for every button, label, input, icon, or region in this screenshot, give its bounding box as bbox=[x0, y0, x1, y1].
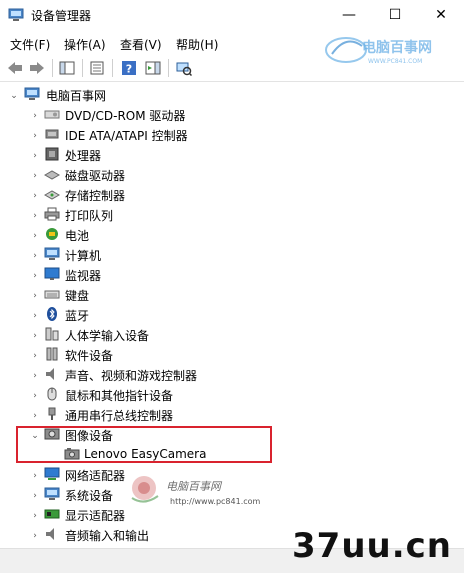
action-pane-button[interactable] bbox=[144, 59, 162, 77]
tree-node-label: 磁盘驱动器 bbox=[65, 169, 126, 183]
maximize-icon: ☐ bbox=[388, 7, 402, 23]
software-device-icon bbox=[46, 347, 58, 361]
tree-node-label: 处理器 bbox=[65, 149, 102, 163]
root-collapse-icon[interactable]: ⌄ bbox=[9, 91, 19, 101]
menu-help[interactable]: 帮助(H) bbox=[176, 36, 218, 53]
printer-icon bbox=[44, 207, 60, 221]
forward-button[interactable] bbox=[28, 59, 46, 77]
device-manager-icon bbox=[8, 8, 24, 21]
back-button[interactable] bbox=[6, 59, 24, 77]
computer-root-icon bbox=[24, 87, 40, 100]
disk-drive-icon bbox=[44, 170, 60, 180]
monitor-icon bbox=[44, 267, 60, 280]
tree-node-label: 音频输入和输出 bbox=[65, 529, 150, 543]
menu-view[interactable]: 查看(V) bbox=[120, 36, 162, 53]
usb-icon bbox=[48, 407, 56, 420]
rose-watermark-url: http://www.pc841.com bbox=[170, 497, 261, 506]
tree-node-label: 网络适配器 bbox=[65, 469, 126, 483]
network-adapter-icon bbox=[44, 467, 60, 480]
expand-chevron-icon[interactable]: › bbox=[30, 511, 40, 521]
close-icon: ✕ bbox=[435, 7, 447, 23]
maximize-button[interactable]: ☐ bbox=[372, 0, 418, 30]
tree-node-label: DVD/CD-ROM 驱动器 bbox=[65, 109, 186, 123]
help-button[interactable]: ? bbox=[120, 59, 138, 77]
menu-file[interactable]: 文件(F) bbox=[10, 36, 50, 53]
tree-node-label: 人体学输入设备 bbox=[65, 329, 150, 343]
tree-node-label: 软件设备 bbox=[65, 349, 114, 363]
window-title: 设备管理器 bbox=[31, 9, 92, 23]
properties-icon bbox=[90, 61, 104, 75]
tree-root-label[interactable]: 电脑百事网 bbox=[46, 87, 106, 104]
tree-node-label: 监视器 bbox=[65, 269, 102, 283]
expand-chevron-icon[interactable]: › bbox=[30, 471, 40, 481]
expand-chevron-icon[interactable]: › bbox=[30, 531, 40, 541]
tree-node-label: 电池 bbox=[65, 229, 90, 243]
expand-chevron-icon[interactable]: › bbox=[30, 231, 40, 241]
console-tree-icon bbox=[59, 61, 75, 75]
expand-chevron-icon[interactable]: › bbox=[30, 371, 40, 381]
hid-icon bbox=[45, 327, 59, 341]
expand-chevron-icon[interactable]: › bbox=[30, 111, 40, 121]
close-button[interactable]: ✕ bbox=[418, 0, 464, 30]
battery-icon bbox=[46, 228, 58, 240]
action-pane-icon bbox=[145, 61, 161, 75]
tree-node-label: 显示适配器 bbox=[65, 509, 126, 523]
scan-hardware-icon bbox=[176, 62, 192, 76]
expand-chevron-icon[interactable]: › bbox=[30, 491, 40, 501]
forward-arrow-icon bbox=[30, 62, 44, 74]
computer-icon bbox=[44, 247, 60, 260]
tree-node-label: 存储控制器 bbox=[65, 189, 126, 203]
mouse-icon bbox=[47, 387, 57, 401]
expand-chevron-icon[interactable]: › bbox=[30, 411, 40, 421]
properties-button[interactable] bbox=[88, 59, 106, 77]
show-hide-tree-button[interactable] bbox=[58, 59, 76, 77]
expand-chevron-icon[interactable]: › bbox=[30, 331, 40, 341]
menu-bar: 文件(F) 操作(A) 查看(V) 帮助(H) bbox=[0, 32, 464, 54]
tree-node-label: IDE ATA/ATAPI 控制器 bbox=[65, 129, 188, 143]
tree-node-label: 系统设备 bbox=[65, 489, 114, 503]
dvd-drive-icon bbox=[44, 110, 60, 119]
expand-chevron-icon[interactable]: › bbox=[30, 351, 40, 361]
display-adapter-icon bbox=[44, 509, 60, 519]
bluetooth-icon bbox=[47, 307, 57, 321]
expand-chevron-icon[interactable]: › bbox=[30, 311, 40, 321]
expand-chevron-icon[interactable]: › bbox=[30, 211, 40, 221]
tree-node-label: 声音、视频和游戏控制器 bbox=[65, 369, 198, 383]
expand-chevron-icon[interactable]: › bbox=[30, 291, 40, 301]
help-icon: ? bbox=[122, 61, 136, 76]
expand-chevron-icon[interactable]: › bbox=[30, 391, 40, 401]
tree-node-label: 计算机 bbox=[65, 249, 102, 263]
expand-chevron-icon[interactable]: › bbox=[30, 251, 40, 261]
sound-icon bbox=[46, 368, 54, 380]
minimize-icon: — bbox=[342, 7, 356, 23]
tree-node-label: 打印队列 bbox=[65, 209, 114, 223]
expand-chevron-icon[interactable]: › bbox=[30, 151, 40, 161]
processor-icon bbox=[45, 147, 59, 161]
tree-node-label: 蓝牙 bbox=[65, 309, 90, 323]
ide-controller-icon bbox=[45, 129, 59, 139]
keyboard-icon bbox=[44, 290, 60, 299]
storage-controller-icon bbox=[44, 190, 60, 200]
scan-hardware-button[interactable] bbox=[175, 59, 193, 77]
back-arrow-icon bbox=[8, 62, 22, 74]
svg-text:?: ? bbox=[126, 63, 132, 76]
title-bar: 设备管理器 — ☐ ✕ bbox=[0, 0, 464, 30]
annotation-highlight-box bbox=[16, 426, 272, 463]
menu-action[interactable]: 操作(A) bbox=[64, 36, 106, 53]
rose-watermark-text: 电脑百事网 bbox=[166, 480, 223, 493]
tree-node-label: 鼠标和其他指针设备 bbox=[65, 389, 174, 403]
expand-chevron-icon[interactable]: › bbox=[30, 171, 40, 181]
minimize-button[interactable]: — bbox=[326, 0, 372, 30]
expand-chevron-icon[interactable]: › bbox=[30, 271, 40, 281]
expand-chevron-icon[interactable]: › bbox=[30, 131, 40, 141]
toolbar: ? bbox=[0, 55, 464, 82]
audio-io-icon bbox=[46, 528, 54, 540]
site-watermark: 37uu.cn bbox=[292, 526, 452, 566]
tree-node-label: 通用串行总线控制器 bbox=[65, 409, 174, 423]
tree-node-label: 键盘 bbox=[65, 289, 90, 303]
system-device-icon bbox=[44, 487, 60, 500]
expand-chevron-icon[interactable]: › bbox=[30, 191, 40, 201]
